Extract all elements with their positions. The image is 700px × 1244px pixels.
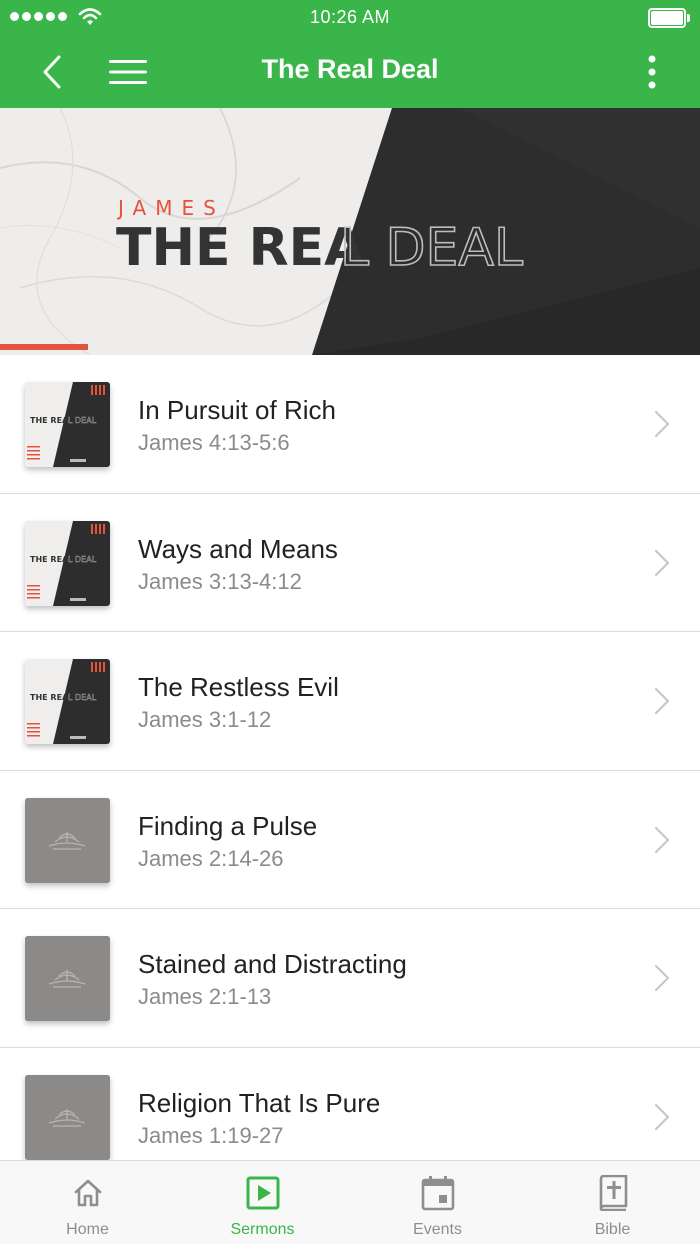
status-time: 10:26 AM xyxy=(309,7,391,27)
sermon-reference: James 3:13-4:12 xyxy=(138,568,302,594)
chevron-right-icon xyxy=(654,826,670,853)
sermon-title: Stained and Distracting xyxy=(138,949,407,980)
tab-label-events: Events xyxy=(413,1221,462,1238)
bible-icon xyxy=(599,1175,627,1211)
sermon-row[interactable]: Stained and Distracting James 2:1-13 xyxy=(0,909,700,1048)
calendar-icon xyxy=(421,1176,454,1211)
tab-bible[interactable]: Bible xyxy=(525,1161,700,1244)
chevron-right-icon xyxy=(654,549,670,576)
tab-label-sermons: Sermons xyxy=(230,1221,295,1238)
sermon-thumbnail xyxy=(25,797,110,883)
tab-sermons[interactable]: Sermons xyxy=(175,1161,350,1244)
sermon-title: In Pursuit of Rich xyxy=(138,395,336,425)
sermon-thumbnail xyxy=(25,1074,110,1160)
banner-title: THE REA L DEAL xyxy=(116,217,524,279)
play-square-icon xyxy=(246,1176,279,1210)
app-header: 10:26 AM The Real Deal xyxy=(0,0,700,108)
sermon-title: Ways and Means xyxy=(138,533,338,564)
sermon-title: The Restless Evil xyxy=(138,672,339,703)
sermon-reference: James 2:1-13 xyxy=(138,984,272,1010)
series-banner: JAMES THE REA L DEAL xyxy=(0,108,700,355)
sermon-row[interactable]: THE REA L DEAL In Pursuit of Rich James 4… xyxy=(0,355,700,494)
menu-button[interactable] xyxy=(104,50,152,94)
series-art-image: THE REA L DEAL xyxy=(25,382,110,467)
banner-title-solid: THE REA xyxy=(116,218,364,278)
sermon-title: Finding a Pulse xyxy=(138,810,318,841)
sermon-reference: James 2:14-26 xyxy=(138,845,284,871)
sermon-thumbnail: THE REA L DEAL xyxy=(25,659,110,745)
thumb-title-outline: L DEAL xyxy=(68,693,97,702)
tab-label-home: Home xyxy=(66,1221,109,1238)
chevron-right-icon xyxy=(654,410,670,438)
thumb-title-solid: THE REA xyxy=(30,416,69,425)
more-vertical-icon xyxy=(648,55,656,89)
page-title: The Real Deal xyxy=(261,54,439,84)
chevron-right-icon xyxy=(654,688,670,715)
thumb-title-solid: THE REA xyxy=(30,693,69,702)
tab-events[interactable]: Events xyxy=(350,1161,525,1244)
chevron-right-icon xyxy=(654,965,670,992)
home-icon xyxy=(74,1179,101,1207)
tab-home[interactable]: Home xyxy=(0,1161,175,1244)
sermon-row[interactable]: Religion That Is Pure James 1:19-27 xyxy=(0,1047,700,1160)
series-art-image: THE REA L DEAL xyxy=(25,659,110,745)
thumb-title-solid: THE REA xyxy=(30,555,69,564)
placeholder-image xyxy=(25,936,110,1022)
sermon-row[interactable]: THE REA L DEAL Ways and Means James 3:13-… xyxy=(0,493,700,633)
tab-bar: Home Sermons Events Bible xyxy=(0,1160,700,1244)
more-options-button[interactable] xyxy=(638,50,666,94)
thumb-title-outline: L DEAL xyxy=(68,416,97,425)
nav-bar: The Real Deal xyxy=(0,36,700,108)
banner-accent-bar xyxy=(0,344,88,350)
sermon-thumbnail xyxy=(25,936,110,1022)
hamburger-menu-icon xyxy=(109,60,147,84)
placeholder-image xyxy=(25,797,110,883)
sermon-reference: James 4:13-5:6 xyxy=(138,430,290,455)
series-art-image: THE REA L DEAL xyxy=(25,520,110,606)
status-bar: 10:26 AM xyxy=(0,0,700,36)
sermon-reference: James 3:1-12 xyxy=(138,707,272,733)
thumb-title-outline: L DEAL xyxy=(68,555,97,564)
sermon-row[interactable]: Finding a Pulse James 2:14-26 xyxy=(0,770,700,910)
sermon-row[interactable]: THE REA L DEAL The Restless Evil James 3:… xyxy=(0,632,700,771)
sermon-thumbnail: THE REA L DEAL xyxy=(25,382,110,467)
sermon-list: THE REA L DEAL In Pursuit of Rich James 4… xyxy=(0,355,700,1160)
banner-title-outline: L DEAL xyxy=(340,218,523,278)
chevron-left-icon xyxy=(43,55,61,89)
sermon-thumbnail: THE REA L DEAL xyxy=(25,520,110,606)
sermon-title: Religion That Is Pure xyxy=(138,1087,381,1118)
placeholder-image xyxy=(25,1074,110,1160)
sermon-reference: James 1:19-27 xyxy=(138,1122,284,1148)
tab-label-bible: Bible xyxy=(594,1221,631,1238)
back-button[interactable] xyxy=(30,50,74,94)
battery-icon xyxy=(648,8,690,28)
chevron-right-icon xyxy=(654,1103,670,1131)
